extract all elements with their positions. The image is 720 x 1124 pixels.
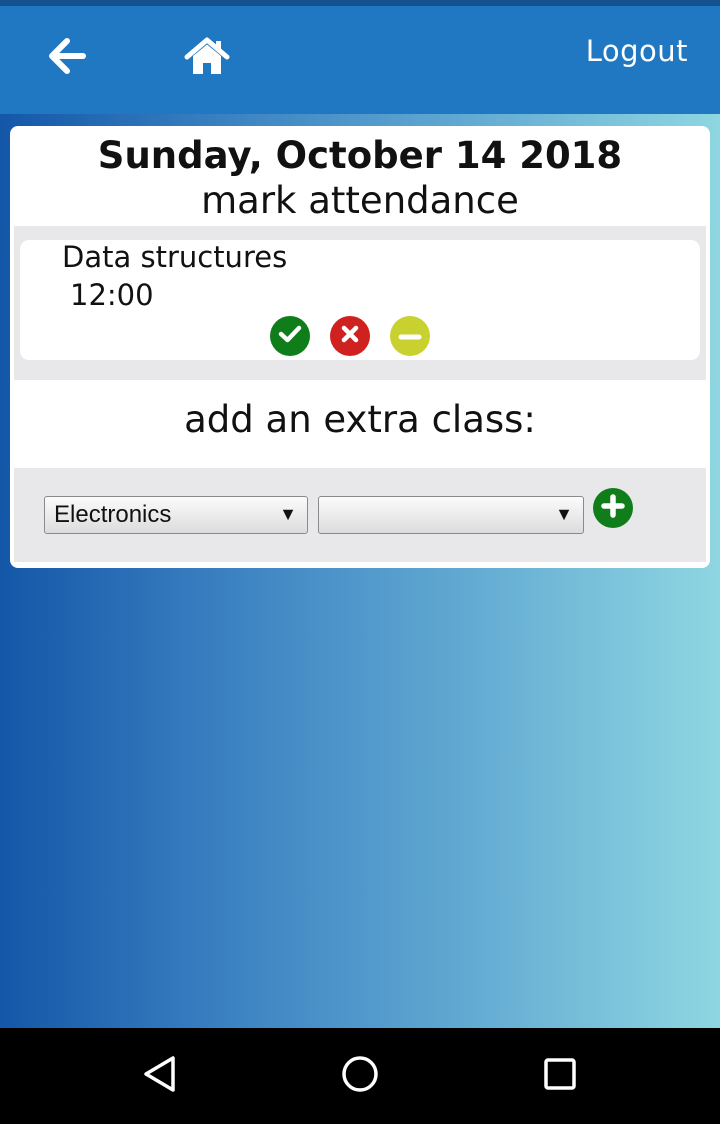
check-circle-icon (277, 323, 303, 349)
extra-class-form: Electronics ▼ ▼ (14, 468, 706, 562)
home-icon (183, 36, 231, 80)
mark-present-button[interactable] (270, 316, 310, 356)
mark-absent-button[interactable] (330, 316, 370, 356)
minus-circle-icon (398, 327, 422, 346)
mark-excused-button[interactable] (390, 316, 430, 356)
class-time: 12:00 (70, 278, 154, 312)
class-list: Data structures 12:00 (14, 226, 706, 380)
plus-circle-icon (601, 494, 625, 522)
triangle-back-icon (142, 1055, 178, 1097)
attendance-card: Sunday, October 14 2018 mark attendance … (10, 126, 710, 568)
system-recent-button[interactable] (540, 1056, 580, 1096)
system-home-button[interactable] (340, 1056, 380, 1096)
x-circle-icon (339, 323, 361, 349)
time-select[interactable]: ▼ (318, 496, 584, 534)
home-button[interactable] (182, 36, 232, 80)
add-class-button[interactable] (593, 488, 633, 528)
page-date: Sunday, October 14 2018 (97, 134, 623, 177)
extra-class-title: add an extra class: (184, 398, 536, 441)
system-back-button[interactable] (140, 1056, 180, 1096)
page-subtitle: mark attendance (201, 179, 519, 222)
logout-link[interactable]: Logout (586, 34, 688, 68)
app-bar: Logout (0, 6, 720, 114)
subject-select-value: Electronics (54, 501, 172, 528)
class-item: Data structures 12:00 (20, 240, 700, 360)
subject-select[interactable]: Electronics ▼ (44, 496, 308, 534)
square-recent-icon (542, 1056, 578, 1096)
circle-home-icon (341, 1055, 379, 1097)
back-button[interactable] (42, 36, 92, 80)
arrow-left-icon (47, 38, 87, 78)
dropdown-arrow-icon: ▼ (555, 504, 573, 524)
system-nav-bar (0, 1028, 720, 1124)
dropdown-arrow-icon: ▼ (279, 504, 297, 524)
class-name: Data structures (62, 240, 288, 274)
